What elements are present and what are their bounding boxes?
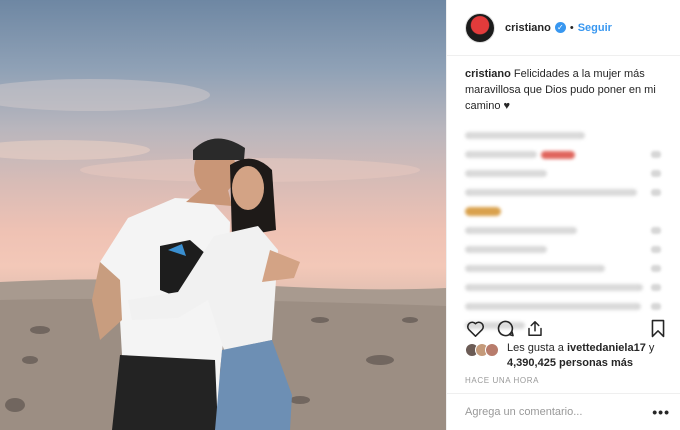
likes-count[interactable]: 4,390,425 <box>507 357 556 369</box>
header-username[interactable]: cristiano <box>505 22 551 34</box>
avatar <box>485 343 499 357</box>
add-comment-bar: ••• <box>447 393 680 430</box>
blurred-comments <box>465 126 661 335</box>
blurred-comment <box>465 284 643 291</box>
action-bar <box>465 316 668 340</box>
likes-conjunction: y <box>648 342 655 354</box>
blurred-comment <box>465 303 641 310</box>
follow-button[interactable]: Seguir <box>578 22 612 34</box>
more-options-icon[interactable]: ••• <box>652 404 670 420</box>
liker-username[interactable]: ivettedaniela17 <box>567 342 646 354</box>
post-timestamp[interactable]: HACE UNA HORA <box>465 376 539 385</box>
likes-prefix: Les gusta a <box>507 342 564 354</box>
comment-row <box>465 278 661 297</box>
blurred-comment <box>465 189 637 196</box>
comment-like-icon[interactable] <box>651 303 661 310</box>
comment-row <box>465 221 661 240</box>
comment-row <box>465 202 661 221</box>
verified-badge-icon: ✓ <box>554 22 566 33</box>
bookmark-icon[interactable] <box>648 318 668 338</box>
caption: cristiano Felicidades a la mujer más mar… <box>465 66 661 114</box>
share-upload-icon[interactable] <box>525 318 545 338</box>
liker-avatars[interactable] <box>465 343 499 371</box>
likes-summary: Les gusta a ivettedaniela17 y 4,390,425 … <box>465 341 669 371</box>
post-header: cristiano ✓ • Seguir <box>447 0 680 56</box>
likes-text: Les gusta a ivettedaniela17 y 4,390,425 … <box>507 341 669 371</box>
photo-illustration <box>0 79 446 430</box>
comment-row <box>465 145 661 164</box>
comment-like-icon[interactable] <box>651 151 661 158</box>
instagram-post: cristiano ✓ • Seguir cristiano Felicidad… <box>0 0 680 430</box>
blurred-comment <box>465 150 575 159</box>
post-photo[interactable] <box>0 0 446 430</box>
comment-input[interactable] <box>465 406 653 418</box>
comment-like-icon[interactable] <box>651 227 661 234</box>
comment-like-icon[interactable] <box>651 284 661 291</box>
comment-row <box>465 297 661 316</box>
post-sidebar: cristiano ✓ • Seguir cristiano Felicidad… <box>446 0 680 430</box>
header-separator: • <box>569 21 574 34</box>
comment-like-icon[interactable] <box>651 189 661 196</box>
comments-list: cristiano Felicidades a la mujer más mar… <box>465 66 661 335</box>
comment-row <box>465 240 661 259</box>
comment-like-icon[interactable] <box>651 246 661 253</box>
blurred-comment <box>465 170 547 177</box>
blurred-comment <box>465 227 577 234</box>
comment-row <box>465 183 661 202</box>
blurred-comment <box>465 132 585 139</box>
comment-like-icon[interactable] <box>651 265 661 272</box>
blurred-comment <box>465 265 605 272</box>
emoji-comment <box>465 207 501 216</box>
comment-row <box>465 126 661 145</box>
comment-bubble-icon[interactable] <box>495 318 515 338</box>
comment-like-icon[interactable] <box>651 170 661 177</box>
comment-row <box>465 164 661 183</box>
likes-suffix[interactable]: personas más <box>559 357 633 369</box>
heart-outline-icon[interactable] <box>465 318 485 338</box>
caption-username[interactable]: cristiano <box>465 68 511 80</box>
comment-row <box>465 259 661 278</box>
avatar[interactable] <box>465 12 495 43</box>
hearts-emoji <box>541 150 575 159</box>
blurred-comment <box>465 246 547 253</box>
